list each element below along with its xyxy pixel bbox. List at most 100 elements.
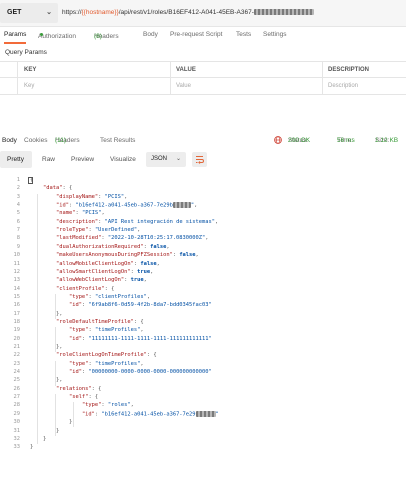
tab-body[interactable]: Body: [143, 31, 158, 38]
code-line: }: [55, 427, 60, 434]
code-line: "displayName": "PCIS",: [55, 193, 128, 200]
request-bar: GET ⌄ https://{{hostname}}/api/rest/v1/r…: [0, 0, 406, 27]
method-label: GET: [7, 9, 22, 16]
value-input[interactable]: Value: [176, 83, 191, 89]
format-select[interactable]: JSON ⌄: [146, 152, 186, 167]
code-line: "dualAuthorizationRequired": false,: [55, 243, 170, 250]
line-number: 3: [16, 193, 20, 200]
tab-cookies[interactable]: Cookies: [24, 137, 47, 144]
line-number: 17: [13, 310, 21, 317]
line-number: 16: [13, 302, 21, 309]
line-number: 2: [16, 185, 20, 192]
tab-prerequest-script[interactable]: Pre-request Script: [170, 31, 222, 38]
code-line: "id": "b16ef412-a041-45eb-a367-7e29 ": [81, 410, 219, 418]
code-line: "name": "PCIS",: [55, 210, 105, 217]
key-input[interactable]: Key: [24, 83, 34, 89]
line-number: 11: [13, 260, 21, 267]
code-line: "allowWebClientLogOn": true,: [55, 277, 147, 284]
tab-response-body[interactable]: Body: [2, 137, 17, 144]
response-headers-count: (11): [55, 137, 67, 144]
code-line: "type": "timeProfiles",: [68, 360, 144, 367]
code-line: "roleDefaultTimeProfile": {: [55, 318, 144, 325]
format-label: JSON: [151, 156, 168, 162]
table-row: Key Value Description: [0, 78, 406, 95]
time-value: 56 ms: [337, 137, 355, 144]
code-line: },: [55, 310, 63, 317]
line-number: 25: [13, 377, 21, 384]
url-input[interactable]: https://{{hostname}}/api/rest/v1/roles/B…: [62, 3, 406, 23]
line-number: 10: [13, 252, 21, 259]
headers-count: (8): [94, 33, 102, 40]
line-number: 21: [13, 344, 21, 350]
code-line: "roleType": "UserDefined",: [55, 227, 141, 234]
line-number: 27: [13, 394, 21, 401]
line-number: 23: [13, 360, 21, 367]
chevron-down-icon: ⌄: [46, 9, 52, 16]
code-line: "lastModified": "2022-10-28T10:25:17.083…: [55, 235, 209, 242]
query-params-label: Query Params: [5, 49, 47, 56]
column-divider: [322, 62, 323, 95]
code-line: "id": "b16ef412-a041-45eb-a367-7e29b ",: [55, 202, 198, 209]
code-line: "allowMobileClientLogOn": false,: [55, 260, 160, 267]
code-line: "relations": {: [55, 385, 102, 392]
description-input[interactable]: Description: [328, 83, 358, 89]
line-number: 8: [16, 235, 20, 242]
code-line: "type": "roles",: [81, 402, 134, 409]
code-line: },: [55, 377, 63, 384]
code-line: }: [30, 444, 34, 451]
column-divider: [170, 62, 171, 95]
wrap-lines-button[interactable]: [192, 152, 207, 167]
size-value: 1.12 KB: [375, 137, 399, 144]
chevron-down-icon: ⌄: [175, 156, 181, 162]
raw-button[interactable]: Raw: [42, 151, 55, 168]
line-number: 24: [13, 369, 21, 376]
code-line: }: [68, 419, 73, 426]
method-select[interactable]: GET ⌄: [0, 3, 58, 23]
column-divider: [17, 62, 18, 95]
line-number: 32: [13, 435, 21, 442]
query-params-table: KEY VALUE DESCRIPTION Key Value Descript…: [0, 61, 406, 95]
response-body-viewer[interactable]: 1 {2 "data": {3 "displayName": "PCIS", 4 "…: [0, 177, 406, 480]
line-number: 15: [13, 293, 21, 300]
line-number: 28: [13, 402, 21, 409]
url-prefix: https://: [62, 9, 82, 16]
line-number: 30: [13, 419, 21, 426]
code-line: "makeUsersAnonymousDuringPFZSession": fa…: [55, 252, 199, 259]
visualize-button[interactable]: Visualize: [110, 151, 136, 168]
column-header-key: KEY: [24, 67, 37, 73]
line-number: 7: [16, 227, 20, 234]
code-line: "type": "timeProfiles",: [68, 327, 144, 334]
code-line: "id": "6f9ab8f6-0d59-4f2b-8da7-bdd0345fa…: [68, 302, 212, 309]
wrap-lines-icon: [196, 156, 204, 164]
line-number: 4: [16, 202, 20, 209]
globe-icon[interactable]: [274, 136, 282, 144]
line-number: 13: [13, 277, 21, 284]
preview-button[interactable]: Preview: [71, 151, 94, 168]
line-number: 18: [13, 318, 21, 325]
tab-settings[interactable]: Settings: [263, 31, 287, 38]
code-line: "description": "API Rest integración de …: [55, 218, 219, 225]
line-number: 22: [13, 352, 21, 359]
tab-params[interactable]: Params: [4, 31, 26, 38]
line-number: 19: [13, 327, 21, 334]
column-header-value: VALUE: [176, 67, 196, 73]
line-number: 33: [13, 444, 21, 451]
line-number: 14: [13, 285, 21, 292]
code-line: {: [30, 177, 34, 183]
url-path: /api/rest/v1/roles/B16EF412-A041-45EB-A3…: [118, 9, 254, 16]
code-line: "self": {: [68, 394, 99, 401]
url-variable: {{hostname}}: [81, 9, 119, 16]
line-number: 5: [16, 210, 20, 217]
active-dot-icon: [40, 33, 43, 36]
line-number: 26: [13, 385, 21, 392]
tab-authorization-label: Authorization: [38, 33, 76, 40]
pretty-button[interactable]: Pretty: [0, 151, 32, 168]
response-toolbar: Pretty Raw Preview Visualize JSON ⌄: [0, 151, 406, 169]
tab-tests[interactable]: Tests: [236, 31, 251, 38]
line-number: 20: [13, 335, 21, 342]
status-value: 200 OK: [288, 137, 311, 144]
table-header-row: KEY VALUE DESCRIPTION: [0, 62, 406, 78]
code-line: "id": "11111111-1111-1111-1111-111111111…: [68, 335, 212, 342]
tab-test-results[interactable]: Test Results: [100, 137, 135, 144]
redacted-url-segment: [253, 9, 314, 16]
